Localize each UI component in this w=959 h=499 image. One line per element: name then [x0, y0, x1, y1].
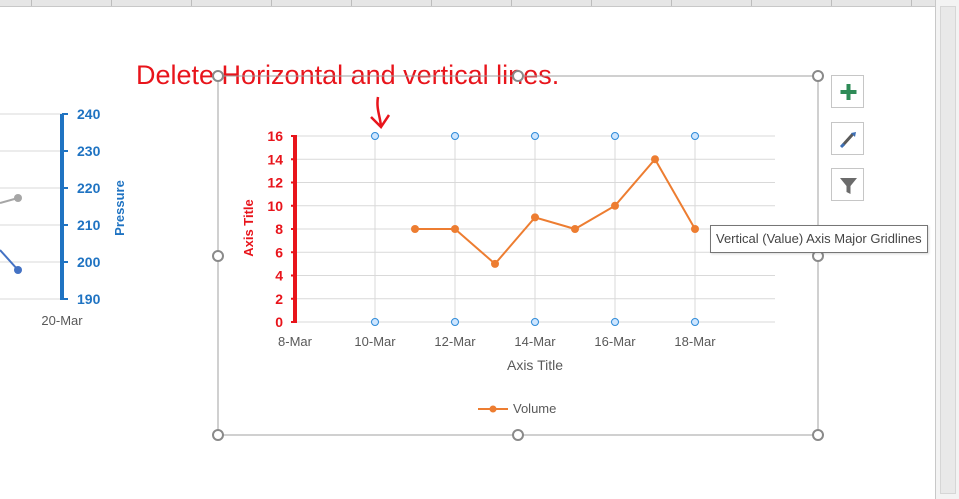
x-axis-title[interactable]: Axis Title	[507, 357, 563, 373]
chart-area-border[interactable]	[217, 75, 819, 436]
y-tick-label: 8	[275, 221, 283, 237]
y-tick-label: 6	[275, 244, 283, 260]
volume-data-point[interactable]	[691, 225, 699, 233]
volume-data-point[interactable]	[451, 225, 459, 233]
selection-handle	[531, 132, 539, 140]
selection-handle	[531, 318, 539, 326]
volume-series[interactable]	[411, 155, 699, 268]
chart-filters-button[interactable]	[831, 168, 864, 201]
y-tick-label: 14	[267, 151, 283, 167]
volume-data-point[interactable]	[611, 201, 619, 210]
resize-handle-bottom-left[interactable]	[212, 429, 224, 441]
legend-label: Volume	[513, 401, 556, 416]
selection-handle	[611, 132, 619, 140]
y-tick-label: 12	[267, 175, 283, 191]
filter-icon	[840, 178, 857, 194]
chart-styles-button[interactable]	[831, 122, 864, 155]
volume-data-point[interactable]	[571, 225, 579, 233]
selection-handle	[691, 318, 699, 326]
resize-handle-top-middle[interactable]	[512, 70, 524, 82]
y-tick-label: 10	[267, 198, 283, 214]
y-tick-label: 4	[275, 268, 283, 284]
selection-handle	[611, 318, 619, 326]
chart-elements-button[interactable]	[831, 75, 864, 108]
selection-handle	[451, 132, 459, 140]
arrow-down-icon	[370, 96, 391, 129]
x-tick-label: 16-Mar	[594, 334, 636, 349]
volume-data-point[interactable]	[411, 225, 419, 233]
selection-handle	[691, 132, 699, 140]
volume-line[interactable]	[415, 157, 696, 266]
y-tick-label: 0	[275, 314, 283, 330]
resize-handle-bottom-middle[interactable]	[512, 429, 524, 441]
x-tick-label: 12-Mar	[434, 334, 476, 349]
y-axis-title[interactable]: Axis Title	[241, 199, 256, 257]
resize-handle-top-right[interactable]	[812, 70, 824, 82]
selection-handle	[451, 318, 459, 326]
selection-handle	[371, 318, 379, 326]
resize-handle-bottom-right[interactable]	[812, 429, 824, 441]
y-axis-ticks: 0 2 4 6 8 10 12 14 16	[267, 128, 295, 330]
volume-data-point[interactable]	[651, 155, 659, 164]
resize-handle-top-left[interactable]	[212, 70, 224, 82]
selection-handle	[371, 132, 379, 140]
volume-data-point[interactable]	[491, 259, 499, 268]
y-tick-label: 2	[275, 291, 283, 307]
legend-marker	[489, 405, 497, 413]
x-tick-label: 10-Mar	[354, 334, 396, 349]
x-tick-label: 18-Mar	[674, 334, 716, 349]
chart-gridlines[interactable]	[295, 135, 775, 323]
plus-icon	[840, 84, 857, 100]
legend[interactable]: Volume	[478, 401, 556, 416]
resize-handle-middle-left[interactable]	[212, 250, 224, 262]
x-tick-label: 8-Mar	[278, 334, 313, 349]
volume-data-point[interactable]	[531, 213, 539, 222]
y-tick-label: 16	[267, 128, 283, 144]
paintbrush-icon	[839, 132, 856, 149]
tooltip: Vertical (Value) Axis Major Gridlines	[710, 225, 928, 253]
x-axis-tick-labels: 8-Mar 10-Mar 12-Mar 14-Mar 16-Mar 18-Mar	[278, 334, 716, 349]
x-tick-label: 14-Mar	[514, 334, 556, 349]
